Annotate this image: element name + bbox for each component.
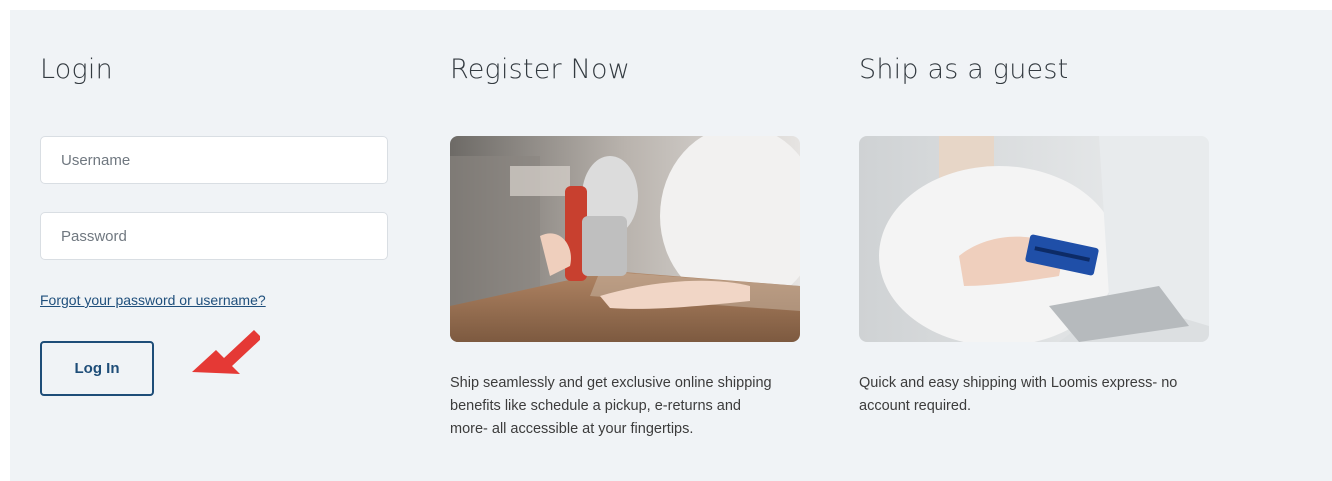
register-image xyxy=(450,136,800,342)
red-arrow-annotation-icon xyxy=(192,330,260,374)
guest-image xyxy=(859,136,1209,342)
guest-title: Ship as a guest xyxy=(859,54,1069,85)
laptop-credit-card-photo xyxy=(859,136,1209,342)
forgot-credentials-link[interactable]: Forgot your password or username? xyxy=(40,292,266,308)
register-description: Ship seamlessly and get exclusive online… xyxy=(450,375,772,437)
packing-tape-photo xyxy=(450,136,800,342)
content-panel: Login Forgot your password or username? … xyxy=(10,10,1332,481)
username-field-wrapper xyxy=(40,136,388,184)
guest-description: Quick and easy shipping with Loomis expr… xyxy=(859,375,1178,414)
username-input[interactable] xyxy=(41,137,387,183)
password-input[interactable] xyxy=(41,213,387,259)
log-in-button[interactable]: Log In xyxy=(40,341,154,396)
password-field-wrapper xyxy=(40,212,388,260)
register-title: Register Now xyxy=(450,54,631,85)
login-title: Login xyxy=(40,54,113,85)
